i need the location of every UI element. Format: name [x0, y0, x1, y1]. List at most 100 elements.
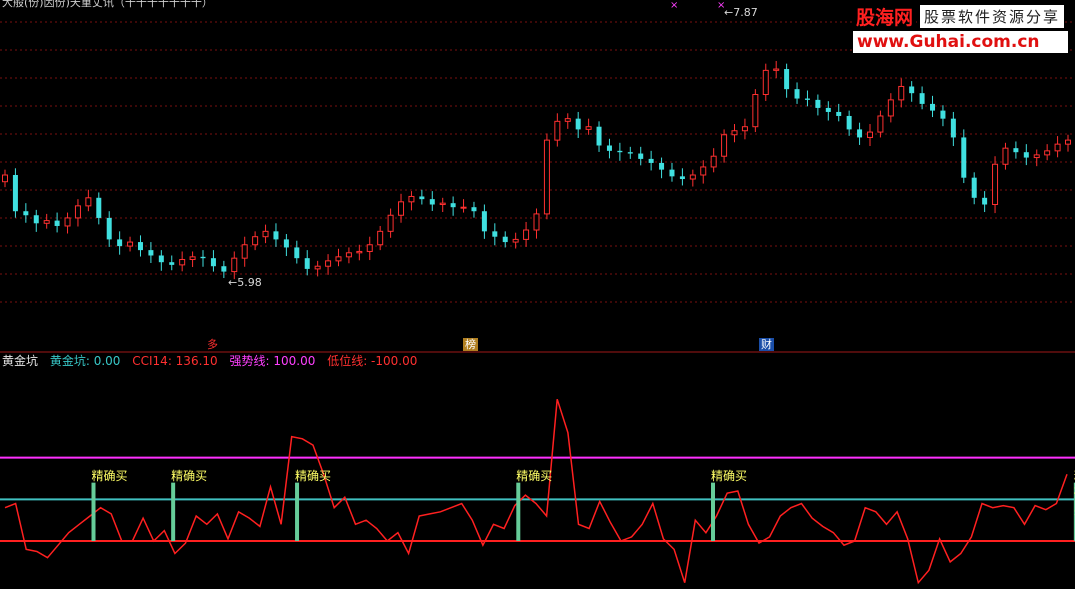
candle-body-down — [940, 110, 946, 119]
candle-body-up — [543, 139, 550, 215]
candle-body-down — [784, 69, 790, 90]
high-price-label: ←7.87 — [724, 6, 758, 19]
low-price-label: ←5.98 — [228, 276, 262, 289]
candle-body-up — [408, 195, 415, 203]
candle-body-down — [836, 111, 842, 116]
candle-body-up — [533, 213, 540, 231]
event-marker-duo[interactable]: 多 — [205, 338, 220, 351]
chart-canvas[interactable] — [0, 0, 1075, 589]
candle-body-down — [471, 207, 477, 212]
candle-body-up — [1054, 143, 1061, 152]
candle-body-down — [502, 236, 508, 243]
candle-body-up — [377, 230, 384, 246]
candle-body-down — [12, 175, 18, 212]
candle-body-down — [794, 89, 800, 99]
candle-body-down — [481, 211, 487, 232]
candle-body-down — [596, 126, 602, 146]
candle-body-up — [325, 260, 332, 267]
candle-body-up — [2, 174, 8, 183]
buy-signal-label: 精确买 — [171, 468, 208, 483]
candle-body-up — [877, 115, 884, 133]
candle-body-down — [419, 196, 425, 200]
low-line-value: 低位线: -100.00 — [327, 354, 418, 368]
candle-body-down — [148, 250, 154, 256]
buy-signal-bar — [91, 482, 96, 542]
indicator-name[interactable]: 黄金坑 — [2, 354, 38, 368]
candle-body-up — [1002, 147, 1009, 165]
candle-body-down — [1013, 148, 1019, 153]
candle-body-down — [909, 86, 915, 94]
buy-signal-bar — [711, 482, 715, 542]
candle-body-down — [961, 137, 967, 178]
candle-body-down — [106, 217, 112, 240]
candle-body-up — [345, 252, 352, 258]
candle-body-up — [262, 230, 269, 238]
candle-body-down — [982, 197, 988, 205]
candle-body-up — [1065, 139, 1071, 145]
candle-body-up — [127, 241, 134, 247]
candle-body-up — [231, 257, 238, 273]
buy-signal-label: 精确买 — [91, 468, 128, 483]
indicator-header: 黄金坑 黄金坑: 0.00 CCI14: 136.10 强势线: 100.00 … — [2, 352, 425, 370]
candle-body-up — [731, 130, 738, 136]
candle-body-down — [919, 93, 925, 104]
candle-body-up — [64, 217, 71, 227]
candle-body-down — [137, 242, 143, 251]
candle-body-down — [679, 176, 685, 180]
site-watermark: 股海网 股票软件资源分享 www.Guhai.com.cn — [853, 2, 1073, 56]
candle-body-down — [575, 118, 581, 130]
stock-chart-window: 大般(份)因份)天重丈讯（十十十十十十十） 股海网 股票软件资源分享 www.G… — [0, 0, 1075, 589]
candle-body-down — [23, 211, 29, 216]
candle-body-down — [930, 103, 936, 111]
candle-body-down — [294, 247, 300, 259]
candle-body-up — [43, 220, 50, 224]
cci-line — [4, 398, 1068, 585]
candle-body-down — [804, 98, 810, 100]
candle-body-up — [398, 201, 405, 216]
candle-body-down — [200, 256, 206, 259]
candle-body-down — [273, 231, 279, 240]
candle-body-up — [1033, 154, 1040, 159]
buy-signal-label: 精确买 — [295, 468, 332, 483]
candle-body-up — [335, 256, 342, 262]
candle-body-down — [606, 145, 612, 151]
candle-body-down — [492, 231, 498, 237]
candle-body-up — [887, 99, 894, 117]
candle-body-down — [429, 199, 435, 205]
candle-body-down — [627, 152, 633, 154]
candle-body-down — [304, 258, 310, 269]
candle-body-down — [450, 203, 456, 208]
candle-body-down — [669, 169, 675, 177]
candle-body-down — [117, 239, 123, 247]
candle-body-up — [752, 94, 759, 128]
candle-body-up — [554, 120, 561, 141]
event-marker-cai[interactable]: 财 — [759, 338, 774, 351]
candle-body-up — [523, 229, 530, 240]
candle-body-up — [585, 126, 592, 130]
candle-body-up — [179, 259, 186, 266]
candle-body-up — [356, 250, 363, 254]
candle-body-up — [762, 69, 769, 96]
candle-body-up — [314, 265, 321, 270]
candle-body-down — [617, 150, 623, 153]
candle-body-up — [866, 131, 873, 138]
candle-body-down — [815, 99, 821, 108]
candle-body-up — [741, 126, 748, 132]
candle-body-down — [638, 153, 644, 159]
watermark-url: www.Guhai.com.cn — [853, 31, 1068, 53]
candle-body-up — [564, 118, 571, 122]
candle-body-down — [825, 107, 831, 112]
candle-body-up — [898, 85, 905, 101]
candle-body-up — [700, 166, 707, 176]
event-marker-bang[interactable]: 榜 — [463, 338, 478, 351]
candle-body-down — [971, 177, 977, 198]
candle-body-down — [1023, 152, 1029, 158]
buy-signal-label: 精确买 — [711, 468, 748, 483]
cci14-value: CCI14: 136.10 — [132, 354, 218, 368]
candle-body-up — [992, 163, 999, 206]
candle-body-up — [241, 244, 248, 259]
candle-body-down — [857, 129, 863, 138]
candle-body-up — [721, 134, 728, 157]
candle-body-down — [283, 239, 289, 248]
candle-body-up — [74, 205, 81, 219]
